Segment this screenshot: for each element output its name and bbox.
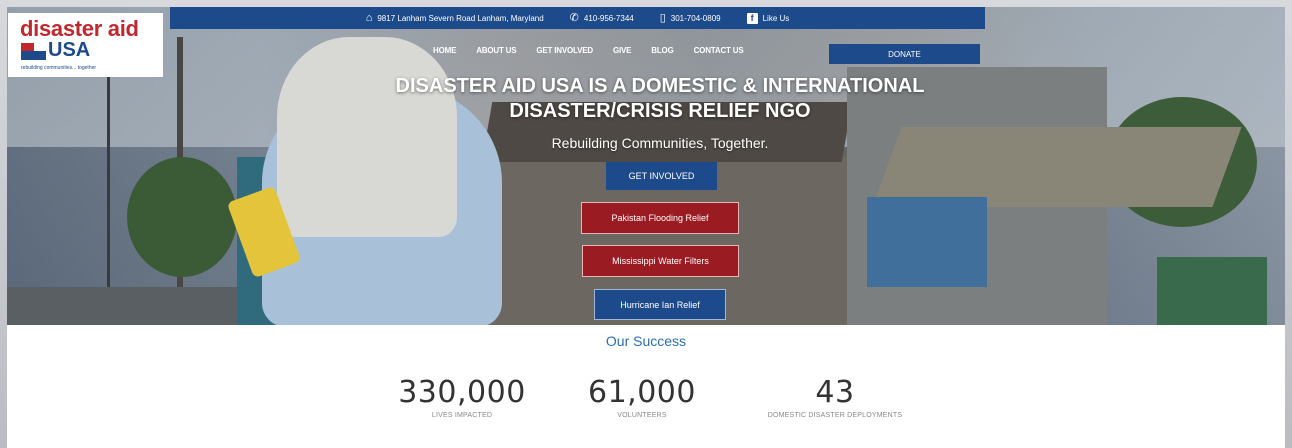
- hurricane-ian-button[interactable]: Hurricane Ian Relief: [594, 289, 726, 320]
- bins: [1157, 257, 1267, 325]
- street: [7, 287, 247, 325]
- logo-text-usa: USA: [48, 39, 91, 61]
- nav-home[interactable]: HOME: [433, 46, 456, 55]
- nav-about-us[interactable]: ABOUT US: [476, 46, 516, 55]
- awning: [872, 127, 1242, 207]
- mobile-item[interactable]: ▯ 301-704-0809: [659, 11, 721, 24]
- stat-volunteers: 61,000 VOLUNTEERS: [577, 375, 707, 419]
- site-logo[interactable]: disaster aid USA rebuilding communities.…: [8, 13, 163, 77]
- nav-get-involved[interactable]: GET INVOLVED: [536, 46, 593, 55]
- stat-label: DOMESTIC DISASTER DEPLOYMENTS: [767, 412, 903, 419]
- stat-label: VOLUNTEERS: [617, 412, 667, 419]
- headline-line-1: DISASTER AID USA IS A DOMESTIC & INTERNA…: [395, 75, 925, 97]
- tree: [127, 157, 237, 277]
- like-text[interactable]: Like Us: [763, 14, 790, 23]
- mobile-text[interactable]: 301-704-0809: [671, 14, 721, 23]
- get-involved-button[interactable]: GET INVOLVED: [606, 162, 717, 190]
- mobile-icon: ▯: [659, 11, 666, 24]
- stat-value: 330,000: [398, 375, 526, 410]
- stat-deployments: 43 DOMESTIC DISASTER DEPLOYMENTS: [735, 375, 935, 419]
- nav-blog[interactable]: BLOG: [651, 46, 674, 55]
- logo-mark-icon: [21, 43, 46, 63]
- main-nav: HOME ABOUT US GET INVOLVED GIVE BLOG CON…: [433, 43, 744, 57]
- nav-give[interactable]: GIVE: [613, 46, 632, 55]
- stat-lives-impacted: 330,000 LIVES IMPACTED: [387, 375, 537, 419]
- stat-value: 43: [815, 375, 855, 410]
- mississippi-filters-button[interactable]: Mississippi Water Filters: [582, 245, 739, 277]
- hero-headline: DISASTER AID USA IS A DOMESTIC & INTERNA…: [337, 74, 983, 124]
- contact-topbar: ⌂ 9817 Lanham Severn Road Lanham, Maryla…: [170, 7, 985, 29]
- address-text: 9817 Lanham Severn Road Lanham, Maryland: [377, 13, 544, 23]
- hero-subhead: Rebuilding Communities, Together.: [551, 135, 769, 151]
- logo-tagline: rebuilding communities... together: [21, 65, 97, 71]
- pakistan-relief-button[interactable]: Pakistan Flooding Relief: [581, 202, 739, 234]
- phone-text[interactable]: 410-956-7344: [584, 14, 634, 23]
- facebook-like[interactable]: f Like Us: [746, 12, 790, 24]
- phone-icon: ✆: [569, 11, 579, 24]
- facebook-icon: f: [746, 12, 758, 24]
- stat-label: LIVES IMPACTED: [431, 412, 493, 419]
- address-item: ⌂ 9817 Lanham Severn Road Lanham, Maryla…: [365, 11, 544, 24]
- person-child: [277, 37, 457, 237]
- donate-button[interactable]: DONATE: [829, 44, 980, 64]
- home-icon: ⌂: [365, 11, 373, 24]
- stall: [867, 197, 987, 287]
- stat-value: 61,000: [588, 375, 696, 410]
- success-title: Our Success: [605, 333, 687, 349]
- phone-item[interactable]: ✆ 410-956-7344: [569, 11, 634, 24]
- hero-banner: ⌂ 9817 Lanham Severn Road Lanham, Maryla…: [7, 7, 1285, 325]
- headline-line-2: DISASTER/CRISIS RELIEF NGO: [509, 100, 811, 122]
- nav-contact-us[interactable]: CONTACT US: [694, 46, 744, 55]
- success-section: Our Success 330,000 LIVES IMPACTED 61,00…: [7, 325, 1285, 448]
